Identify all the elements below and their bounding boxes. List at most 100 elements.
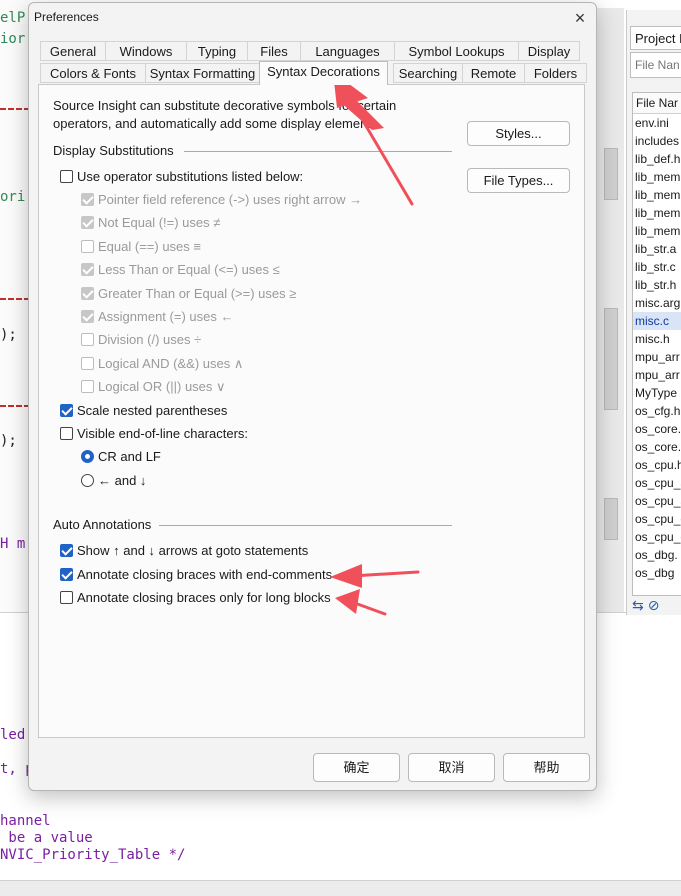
radio-label: CR and LF [98,449,161,464]
project-toolbar: ⇆⊘ [632,597,663,615]
file-list-item[interactable]: lib_str.a [633,240,681,258]
scroll-marker [604,498,618,540]
tab-typing[interactable]: Typing [186,41,248,61]
tab-symbol-lookups[interactable]: Symbol Lookups [394,41,519,61]
file-list-item[interactable]: os_dbg. [633,546,681,564]
styles-button[interactable]: Styles... [467,121,570,146]
checkbox-label: Division (/) uses ÷ [98,332,202,348]
code-line: ior [0,31,26,47]
checkbox-box[interactable] [60,427,73,440]
tab-languages[interactable]: Languages [300,41,395,61]
file-list-item[interactable]: lib_def.h [633,150,681,168]
checkbox-label: Logical AND (&&) uses ∧ [98,355,244,371]
file-list-item[interactable]: misc.arg [633,294,681,312]
checkbox-box[interactable] [81,263,94,277]
checkbox-label: Scale nested parentheses [77,403,228,418]
checkbox-box[interactable] [81,286,94,300]
file-list-item[interactable]: lib_str.h [633,276,681,294]
file-list-item[interactable]: lib_str.c [633,258,681,276]
tab-display[interactable]: Display [518,41,580,61]
file-list-item[interactable]: env.ini [633,114,681,132]
file-list-item[interactable]: os_cpu_c [633,510,681,528]
folder-icon[interactable]: ⇆ [632,597,648,613]
checkbox-label: Visible end-of-line characters: [77,426,249,441]
file-list-item[interactable]: os_cpu_a [633,474,681,492]
checkbox-box[interactable] [81,216,94,230]
file-list-item[interactable]: lib_mem [633,222,681,240]
code-line: ); [0,433,17,449]
code-line: be a value [0,830,93,846]
file-list-item[interactable]: os_cpu_c [633,528,681,546]
tab-remote[interactable]: Remote [462,63,525,83]
file-list-item[interactable]: os_core. [633,420,681,438]
file-list-item[interactable]: os_core. [633,438,681,456]
file-list-item[interactable]: lib_mem [633,204,681,222]
cancel-button[interactable]: 取消 [408,753,495,782]
code-separator [0,298,30,300]
project-panel-title: Project F [630,26,681,50]
radio-circle[interactable] [81,474,94,487]
file-list-item[interactable]: mpu_arr [633,366,681,384]
checkbox-label: Less Than or Equal (<=) uses ≤ [98,262,280,278]
pin-icon[interactable]: ⊘ [648,597,664,613]
checkbox-label: Pointer field reference (->) uses right … [98,192,363,207]
tab-windows[interactable]: Windows [105,41,187,61]
code-separator [0,405,30,407]
checkbox-box[interactable] [60,544,73,557]
scroll-thumb[interactable] [604,308,618,410]
checkbox-label: Annotate closing braces only for long bl… [77,590,331,605]
auto-annotations-heading: Auto Annotations [53,517,152,532]
section-divider [159,525,452,526]
scroll-marker [604,148,618,200]
project-file-list[interactable]: File Nar env.ini includes lib_def.h lib_mem… [632,92,681,596]
checkbox-box[interactable] [81,356,94,370]
checkbox-label: Show ↑ and ↓ arrows at goto statements [77,543,309,558]
checkbox-label: Greater Than or Equal (>=) uses ≥ [98,285,297,301]
checkbox-box[interactable] [60,170,73,183]
code-line: NVIC_Priority_Table */ [0,847,186,863]
file-list-item[interactable]: mpu_arr [633,348,681,366]
checkbox-box[interactable] [81,333,94,347]
help-button[interactable]: 帮助 [503,753,590,782]
file-list-item[interactable]: MyType [633,384,681,402]
file-list-item[interactable]: lib_mem [633,168,681,186]
tab-searching[interactable]: Searching [393,63,463,83]
tab-files[interactable]: Files [247,41,301,61]
tab-folders[interactable]: Folders [524,63,587,83]
tab-general[interactable]: General [40,41,106,61]
dialog-title: Preferences [34,10,99,24]
file-types-button[interactable]: File Types... [467,168,570,193]
tab-syntax-decorations[interactable]: Syntax Decorations [259,61,388,85]
radio-circle[interactable] [81,450,94,463]
checkbox-label: Use operator substitutions listed below: [77,169,304,184]
checkbox-box[interactable] [60,567,73,581]
checkbox-box[interactable] [60,404,73,417]
file-list-item[interactable]: misc.h [633,330,681,348]
checkbox-box[interactable] [81,239,94,253]
checkbox-box[interactable] [81,310,94,323]
code-line: hannel [0,813,51,829]
project-file-search-input[interactable]: File Nan [630,52,681,78]
file-list-item[interactable]: os_cfg.h [633,402,681,420]
checkbox-box[interactable] [60,591,73,604]
file-list-item[interactable]: includes [633,132,681,150]
file-list-item[interactable]: os_dbg [633,564,681,582]
file-list-item[interactable]: misc.c [633,312,681,330]
close-icon[interactable]: × [569,7,591,29]
tab-syntax-formatting[interactable]: Syntax Formatting [145,63,260,83]
code-separator [0,108,30,110]
code-line: led [0,727,26,743]
code-line: elP [0,10,26,26]
code-line: H m [0,536,26,552]
checkbox-box[interactable] [81,193,94,206]
file-list-item[interactable]: lib_mem [633,186,681,204]
checkbox-label: Not Equal (!=) uses ≠ [98,215,221,231]
ok-button[interactable]: 确定 [313,753,400,782]
editor-scrollbar[interactable] [596,8,624,612]
checkbox-box[interactable] [81,380,94,394]
status-strip [0,880,681,896]
tab-colors-fonts[interactable]: Colors & Fonts [40,63,146,83]
file-list-item[interactable]: os_cpu_a [633,492,681,510]
file-list-item[interactable]: os_cpu.h [633,456,681,474]
file-name-column-header[interactable]: File Nar [633,93,681,114]
